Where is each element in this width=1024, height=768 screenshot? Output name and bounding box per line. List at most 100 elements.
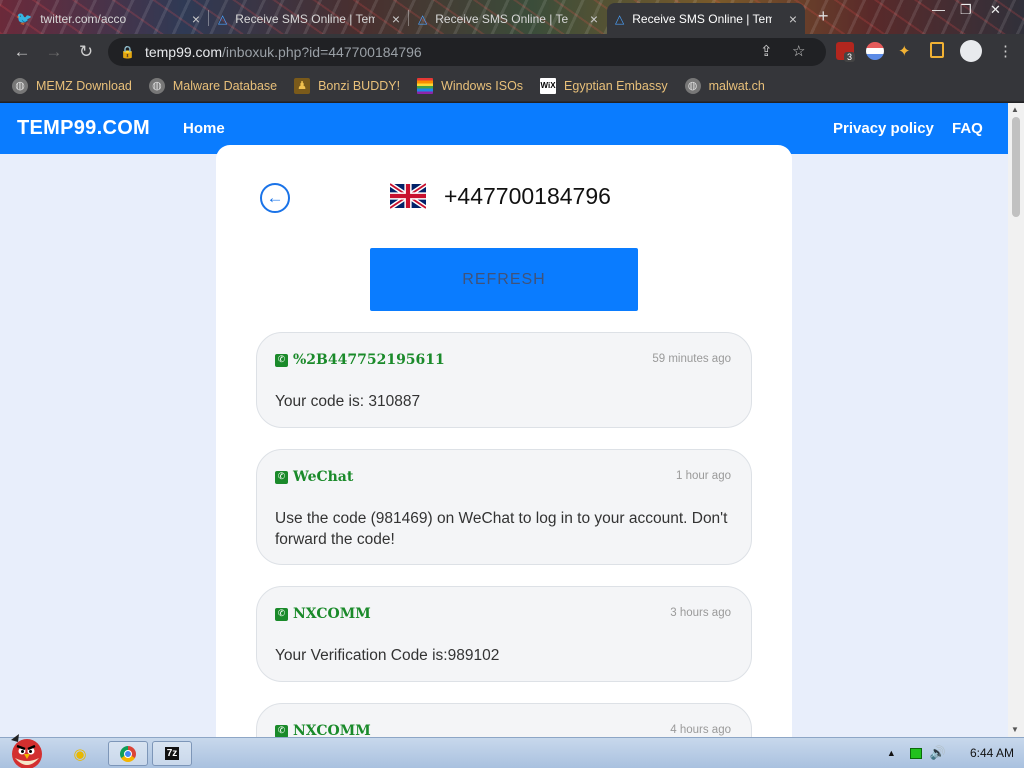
inbox-card: ← +447700184796 REFRESH ✆ %2B44775219561… (216, 145, 792, 737)
message-sender: ✆ WeChat (275, 469, 353, 485)
nav-faq-link[interactable]: FAQ (952, 120, 983, 137)
uk-flag-icon (390, 183, 426, 209)
bookmark-malwatch[interactable]: ◍ malwat.ch (684, 77, 765, 94)
message-card: ✆ WeChat 1 hour ago Use the code (981469… (256, 449, 752, 565)
bookmarks-bar: ◍ MEMZ Download ◍ Malware Database ♟ Bon… (0, 70, 1024, 102)
tab-title: Receive SMS Online | Tem (235, 11, 376, 26)
reload-icon[interactable]: ↻ (72, 38, 100, 66)
phone-icon: ✆ (275, 724, 288, 737)
angry-bird-start-icon[interactable] (5, 732, 47, 768)
message-body: Your Verification Code is:989102 (275, 647, 500, 664)
scroll-up-icon[interactable]: ▲ (1011, 105, 1019, 114)
tab-twitter[interactable]: 🐦 twitter.com/acco × (8, 3, 208, 34)
message-card: ✆ NXCOMM 4 hours ago (256, 703, 752, 737)
extension-badge: 3 (844, 52, 856, 62)
message-time: 59 minutes ago (652, 353, 731, 365)
7zip-taskbar-button[interactable]: 7z (152, 741, 192, 766)
sidebar-icon[interactable] (930, 42, 944, 58)
message-time: 3 hours ago (670, 607, 731, 619)
back-circle-icon[interactable]: ← (260, 183, 290, 213)
site-brand[interactable]: TEMP99.COM (17, 117, 150, 140)
sender-label: %2B447752195611 (293, 352, 445, 368)
rainbow-flag-icon (417, 77, 434, 94)
profile-avatar-icon[interactable] (960, 40, 982, 62)
sender-label: NXCOMM (293, 723, 371, 737)
twitter-icon: 🐦 (16, 10, 33, 26)
refresh-button[interactable]: REFRESH (370, 248, 638, 311)
7zip-icon: 7z (164, 747, 180, 760)
bookmark-bonzi-buddy[interactable]: ♟ Bonzi BUDDY! (294, 77, 401, 94)
phone-icon: ✆ (275, 353, 288, 367)
message-card: ✆ NXCOMM 3 hours ago Your Verification C… (256, 586, 752, 682)
tab-strip: 🐦 twitter.com/acco × △ Receive SMS Onlin… (0, 0, 1024, 34)
lock-icon: 🔒 (120, 45, 135, 59)
scroll-thumb[interactable] (1012, 117, 1020, 217)
message-sender: ✆ %2B447752195611 (275, 352, 445, 368)
triangle-icon: △ (218, 11, 228, 26)
tab-title: Receive SMS Online | Tem (632, 11, 773, 26)
address-bar[interactable]: 🔒 temp99.com/inboxuk.php?id=447700184796… (108, 38, 826, 66)
globe-icon: ◍ (148, 77, 165, 94)
bonzi-icon: ♟ (294, 77, 311, 94)
tray-arrow-icon[interactable]: ▲ (887, 748, 896, 758)
tab-title: twitter.com/acco (40, 11, 127, 26)
bookmark-label: Bonzi BUDDY! (318, 78, 401, 93)
wix-icon: WiX (540, 77, 557, 94)
close-icon[interactable]: × (192, 11, 200, 27)
sender-label: WeChat (293, 469, 354, 485)
phone-icon: ✆ (275, 607, 288, 621)
scroll-down-icon[interactable]: ▼ (1011, 725, 1019, 734)
message-body: Your code is: 310887 (275, 393, 421, 410)
flag-extension-icon[interactable] (866, 42, 884, 60)
bookmark-egyptian-embassy[interactable]: WiX Egyptian Embassy (540, 77, 668, 94)
bookmark-star-icon[interactable]: ☆ (792, 42, 805, 60)
message-sender: ✆ NXCOMM (275, 723, 371, 737)
page-scrollbar[interactable]: ▲ ▼ (1008, 103, 1024, 737)
bookmark-malware-database[interactable]: ◍ Malware Database (148, 77, 277, 94)
bookmark-label: Egyptian Embassy (564, 78, 668, 93)
maximize-icon[interactable]: ❐ (960, 2, 972, 18)
triangle-icon: △ (615, 11, 625, 26)
sender-label: NXCOMM (293, 606, 371, 622)
message-card: ✆ %2B447752195611 59 minutes ago Your co… (256, 332, 752, 428)
message-time: 1 hour ago (676, 470, 731, 482)
tab-receive-sms-1[interactable]: △ Receive SMS Online | Tem × (210, 3, 408, 34)
tab-receive-sms-active[interactable]: △ Receive SMS Online | Tem × (607, 3, 805, 34)
close-icon[interactable]: × (392, 11, 400, 27)
browser-toolbar: ← → ↻ 🔒 temp99.com/inboxuk.php?id=447700… (0, 34, 1024, 70)
chrome-icon (120, 745, 136, 762)
url-host: temp99.com (144, 44, 222, 60)
forward-arrow-icon[interactable]: → (40, 38, 68, 66)
bookmark-windows-isos[interactable]: Windows ISOs (417, 77, 524, 94)
message-time: 4 hours ago (670, 724, 731, 736)
close-window-icon[interactable]: ✕ (990, 2, 1001, 18)
network-icon[interactable] (909, 747, 922, 759)
message-sender: ✆ NXCOMM (275, 606, 371, 622)
nav-home-link[interactable]: Home (183, 120, 225, 137)
message-body: Use the code (981469) on WeChat to log i… (275, 510, 728, 548)
triangle-icon: △ (418, 11, 428, 26)
tab-title: Receive SMS Online | Te (435, 11, 569, 26)
volume-icon[interactable]: 🔊 (930, 745, 946, 761)
nav-privacy-link[interactable]: Privacy policy (833, 120, 934, 137)
close-icon[interactable]: × (590, 11, 598, 27)
globe-icon: ◍ (684, 77, 701, 94)
tab-receive-sms-2[interactable]: △ Receive SMS Online | Te × (410, 3, 606, 34)
back-arrow-icon[interactable]: ← (8, 38, 36, 66)
close-icon[interactable]: × (789, 11, 797, 27)
explorer-icon[interactable]: ◉ (62, 741, 98, 766)
page-viewport: TEMP99.COM Home Privacy policy FAQ ← +44… (0, 103, 1008, 737)
minimize-icon[interactable]: — (932, 2, 945, 17)
menu-dots-icon[interactable]: ⋮ (998, 42, 1013, 60)
bookmark-label: Windows ISOs (441, 78, 524, 93)
bookmark-memz[interactable]: ◍ MEMZ Download (12, 77, 132, 94)
url-path: /inboxuk.php?id=447700184796 (222, 44, 422, 60)
globe-icon: ◍ (12, 77, 28, 94)
taskbar: ◉ 7z ▲ 🔊 6:44 AM (0, 734, 1024, 768)
new-tab-button[interactable]: + (818, 6, 829, 27)
chrome-taskbar-button[interactable] (108, 741, 148, 766)
clock[interactable]: 6:44 AM (970, 746, 1014, 760)
share-icon[interactable]: ⇪ (760, 42, 773, 60)
puzzle-icon[interactable]: ✦ (898, 42, 911, 60)
system-tray: ▲ 🔊 6:44 AM (887, 745, 1014, 761)
